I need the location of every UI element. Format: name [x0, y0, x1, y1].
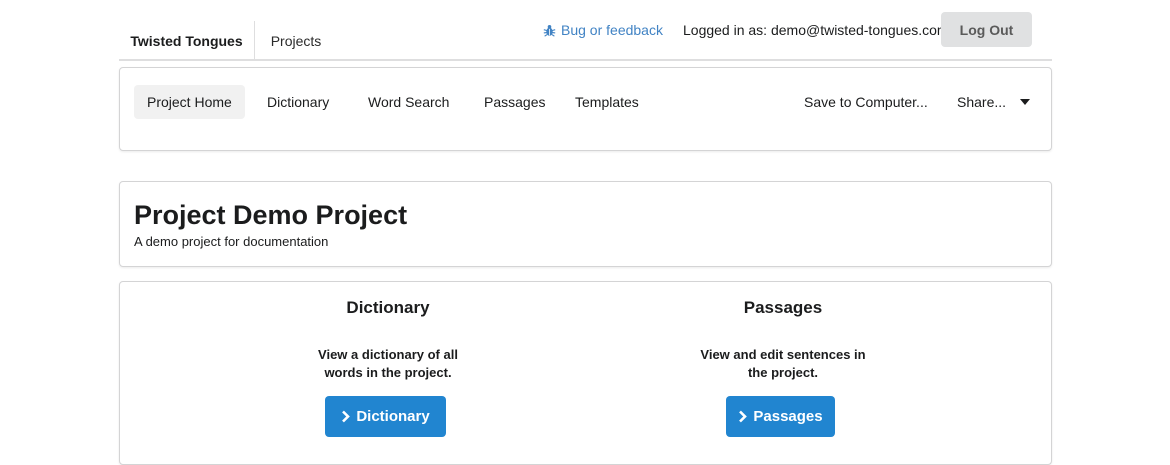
project-header: Project Demo Project A demo project for … — [119, 181, 1052, 267]
passages-button-label: Passages — [753, 408, 823, 425]
brand-title[interactable]: Twisted Tongues — [119, 21, 255, 61]
dictionary-description: View a dictionary of all words in the pr… — [308, 346, 468, 382]
top-menu: Twisted Tongues Projects Bug or feedback… — [119, 0, 1052, 61]
dictionary-button-label: Dictionary — [356, 408, 430, 425]
share-dropdown[interactable]: Share... — [944, 85, 1043, 119]
dictionary-button[interactable]: Dictionary — [325, 396, 446, 437]
dictionary-heading: Dictionary — [346, 298, 430, 317]
save-to-computer-button[interactable]: Save to Computer... — [791, 85, 941, 119]
project-description: A demo project for documentation — [134, 234, 329, 249]
passages-desc-line1: View and edit sentences in — [700, 347, 866, 362]
logout-button[interactable]: Log Out — [941, 12, 1032, 47]
tab-dictionary[interactable]: Dictionary — [254, 85, 342, 119]
page-title: Project Demo Project — [134, 200, 408, 230]
tab-templates[interactable]: Templates — [562, 85, 652, 119]
tab-passages[interactable]: Passages — [471, 85, 558, 119]
chevron-right-icon — [739, 410, 748, 423]
chevron-right-icon — [342, 410, 351, 423]
passages-desc-line2: the project. — [747, 365, 819, 380]
dictionary-desc-line1: View a dictionary of all — [318, 347, 458, 362]
project-menu: Project Home Dictionary Word Search Pass… — [119, 67, 1052, 151]
dictionary-desc-line2: words in the project. — [324, 365, 452, 380]
passages-heading: Passages — [743, 298, 823, 317]
bug-feedback-label: Bug or feedback — [561, 22, 663, 38]
project-sections: Dictionary View a dictionary of all word… — [119, 281, 1052, 465]
bug-icon — [543, 24, 556, 37]
caret-down-icon — [1020, 99, 1031, 105]
share-label: Share... — [957, 94, 1007, 110]
passages-button[interactable]: Passages — [726, 396, 835, 437]
projects-link[interactable]: Projects — [255, 21, 337, 61]
tab-word-search[interactable]: Word Search — [355, 85, 462, 119]
passages-description: View and edit sentences in the project. — [693, 346, 873, 382]
tab-project-home[interactable]: Project Home — [134, 85, 245, 119]
logged-in-status: Logged in as: demo@twisted-tongues.com — [683, 22, 949, 38]
bug-feedback-link[interactable]: Bug or feedback — [543, 20, 663, 40]
